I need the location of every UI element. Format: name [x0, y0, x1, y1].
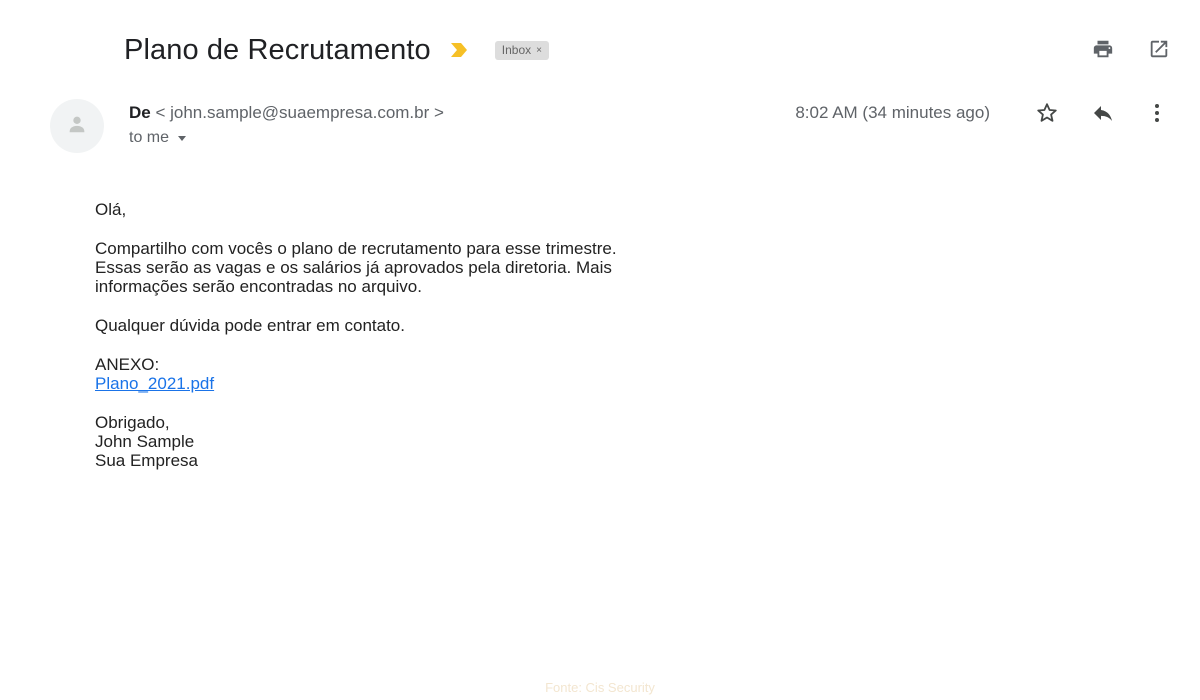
star-icon[interactable] — [1034, 100, 1060, 126]
email-subject: Plano de Recrutamento — [124, 33, 431, 66]
person-avatar-icon — [66, 113, 88, 140]
importance-marker-icon[interactable] — [449, 42, 469, 58]
chevron-down-icon — [178, 135, 187, 141]
reply-icon[interactable] — [1090, 100, 1116, 126]
signature-company: Sua Empresa — [95, 451, 198, 470]
remove-label-button[interactable]: × — [536, 45, 542, 56]
sender-name[interactable]: De — [129, 103, 151, 122]
signature-name: John Sample — [95, 432, 195, 451]
body-line: Essas serão as vagas e os salários já ap… — [95, 258, 612, 277]
attachment-link[interactable]: Plano_2021.pdf — [95, 374, 795, 393]
body-line: Compartilho com vocês o plano de recruta… — [95, 239, 617, 258]
sender-email: < john.sample@suaempresa.com.br > — [155, 103, 444, 122]
source-credit: Fonte: Cis Security — [545, 680, 655, 695]
open-in-new-window-icon[interactable] — [1146, 36, 1172, 62]
sender-line: De < john.sample@suaempresa.com.br > — [129, 103, 444, 123]
signoff: Obrigado, — [95, 413, 170, 432]
attachment-label: ANEXO: — [95, 355, 160, 374]
inbox-label-text: Inbox — [501, 43, 532, 57]
body-paragraph: Compartilho com vocês o plano de recruta… — [95, 239, 795, 296]
body-line: informações serão encontradas no arquivo… — [95, 277, 422, 296]
greeting: Olá, — [95, 200, 127, 219]
more-options-icon[interactable] — [1144, 100, 1170, 126]
inbox-label-chip[interactable]: Inbox × — [494, 40, 549, 60]
print-icon[interactable] — [1090, 36, 1116, 62]
message-body: Olá, Compartilho com vocês o plano de re… — [95, 200, 795, 490]
subject-row: Plano de Recrutamento Inbox × — [124, 30, 549, 70]
message-timestamp: 8:02 AM (34 minutes ago) — [795, 103, 990, 122]
sender-avatar[interactable] — [50, 99, 104, 153]
recipient-line: to me — [129, 129, 170, 146]
signature: Obrigado, John Sample Sua Empresa — [95, 413, 795, 470]
email-view: Plano de Recrutamento Inbox × De < john.… — [0, 0, 1200, 700]
message-actions: 8:02 AM (34 minutes ago) — [795, 100, 1170, 126]
sender-info: De < john.sample@suaempresa.com.br > to … — [129, 103, 444, 147]
thread-actions — [1090, 36, 1172, 62]
body-paragraph: Qualquer dúvida pode entrar em contato. — [95, 316, 405, 335]
attachment-section: ANEXO: Plano_2021.pdf — [95, 355, 795, 393]
recipient-details-toggle[interactable]: to me — [129, 129, 444, 147]
